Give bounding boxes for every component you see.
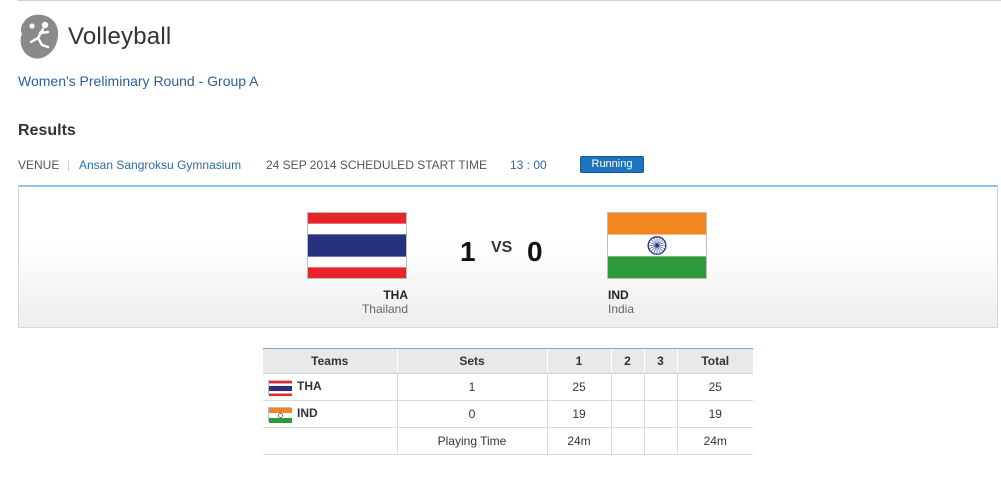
total-cell: 19 <box>676 400 753 428</box>
home-score: 1 <box>460 236 476 267</box>
india-flag-icon <box>268 406 292 423</box>
column-header-set1: 1 <box>546 348 611 374</box>
total-cell: 25 <box>676 373 753 401</box>
empty-cell <box>263 427 397 455</box>
india-flag-icon <box>607 212 707 279</box>
results-table: Teams Sets 1 2 3 Total THA 1 25 25 IND 0… <box>263 348 753 455</box>
sets-cell: 1 <box>396 373 547 401</box>
date-label: 24 SEP 2014 SCHEDULED START TIME <box>266 158 487 172</box>
venue-link[interactable]: Ansan Sangroksu Gymnasium <box>79 158 241 172</box>
playing-time-total: 24m <box>676 427 753 455</box>
divider <box>68 160 69 171</box>
team-code: THA <box>297 379 322 394</box>
vs-label: VS <box>491 239 513 256</box>
column-header-set2: 2 <box>610 348 644 374</box>
sport-title: Volleyball <box>68 23 172 50</box>
sets-cell: 0 <box>396 400 547 428</box>
table-row: IND 0 19 19 <box>263 400 753 428</box>
column-header-set3: 3 <box>643 348 677 374</box>
table-header-row: Teams Sets 1 2 3 Total <box>263 348 753 374</box>
results-heading: Results <box>18 122 76 139</box>
top-divider <box>18 0 1001 1</box>
table-row: THA 1 25 25 <box>263 373 753 401</box>
away-team-code: IND <box>608 288 629 302</box>
set3-cell <box>643 373 677 401</box>
playing-time-set1: 24m <box>546 427 611 455</box>
playing-time-set3 <box>643 427 677 455</box>
volleyball-player-icon <box>20 14 59 59</box>
team-cell: IND <box>263 400 397 428</box>
round-link[interactable]: Women's Preliminary Round - Group A <box>18 73 259 89</box>
playing-time-label: Playing Time <box>396 427 547 455</box>
venue-label: VENUE <box>18 158 60 172</box>
set2-cell <box>610 373 644 401</box>
team-cell: THA <box>263 373 397 401</box>
column-header-teams: Teams <box>263 348 397 374</box>
thailand-flag-icon <box>268 379 292 396</box>
column-header-total: Total <box>676 348 753 374</box>
team-code: IND <box>297 406 318 421</box>
playing-time-row: Playing Time 24m 24m <box>263 427 753 455</box>
away-team-name: India <box>608 302 635 316</box>
column-header-sets: Sets <box>396 348 547 374</box>
home-team-code: THA <box>383 288 408 302</box>
thailand-flag-icon <box>307 212 407 279</box>
start-time: 13 : 00 <box>510 158 547 172</box>
set2-cell <box>610 400 644 428</box>
away-score: 0 <box>527 236 543 267</box>
set3-cell <box>643 400 677 428</box>
set1-cell: 19 <box>546 400 611 428</box>
set1-cell: 25 <box>546 373 611 401</box>
status-badge: Running <box>580 156 644 173</box>
home-team-name: Thailand <box>361 302 408 316</box>
playing-time-set2 <box>610 427 644 455</box>
